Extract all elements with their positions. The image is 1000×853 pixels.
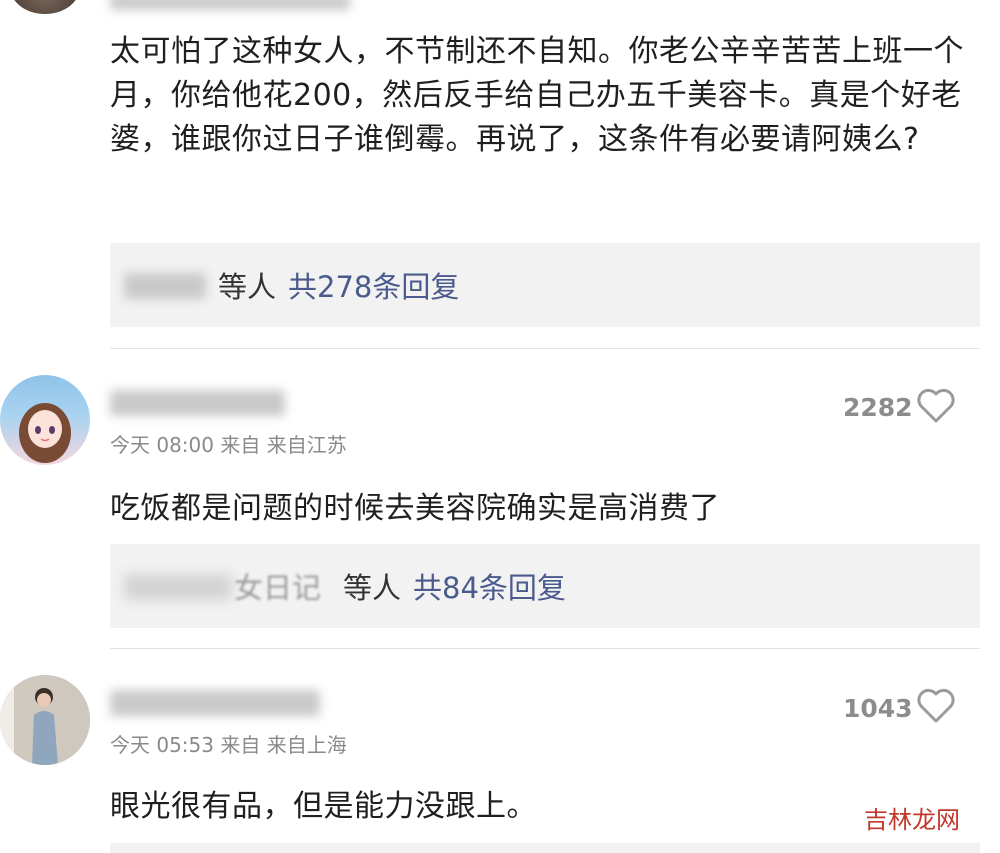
watermark: 吉林龙网 [864,806,960,834]
blurred-username [124,574,232,600]
like-button[interactable] [916,688,956,728]
blurred-username [110,390,285,416]
reply-count-link[interactable]: 共84条回复 [413,565,566,607]
comment-meta: 今天 05:53 来自 来自上海 [110,733,347,757]
blurred-meta [110,0,350,10]
reply-count-link[interactable]: 共278条回复 [288,264,459,306]
like-count: 2282 [843,393,913,422]
heart-outline-icon [917,388,955,423]
blurred-username [124,273,206,299]
avatar-photo-icon [0,675,90,765]
comment-meta: 今天 08:00 来自 来自江苏 [110,433,347,457]
comment-text: 眼光很有品，但是能力没跟上。 [110,789,537,824]
reply-preview[interactable]: 等人 共278条回复 [110,243,980,327]
reply-preview[interactable] [110,843,980,853]
divider [110,648,980,649]
reply-names: 等人 [343,571,402,605]
comment-text: 吃饭都是问题的时候去美容院确实是高消费了 [110,491,720,526]
like-button[interactable] [916,388,956,428]
blurred-username [110,690,320,716]
comment-text: 太可怕了这种女人，不节制还不自知。你老公辛辛苦苦上班一个月，你给他花200，然后… [110,34,964,157]
avatar[interactable] [0,375,90,465]
reply-names: 等人 [218,270,277,304]
avatar[interactable] [0,675,90,765]
like-count: 1043 [843,694,913,723]
reply-preview[interactable]: 女日记 等人 共84条回复 [110,544,980,628]
reply-partial-name: 女日记 [234,571,322,605]
divider [110,348,980,349]
heart-outline-icon [917,688,955,723]
avatar-anime-girl-icon [19,403,71,463]
avatar[interactable] [10,0,80,14]
